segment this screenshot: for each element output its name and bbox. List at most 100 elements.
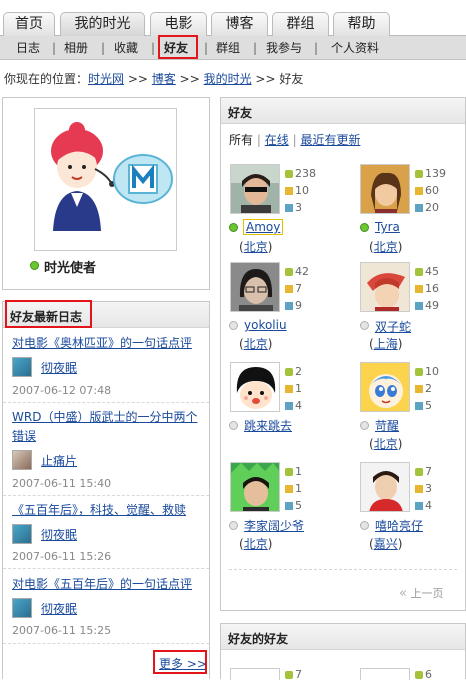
- subnav-favorites[interactable]: 收藏: [114, 40, 138, 56]
- top-tab-bar: 首页 我的时光 电影 博客 群组 帮助: [0, 10, 466, 36]
- subnav-album[interactable]: 相册: [64, 40, 88, 56]
- friend-avatar[interactable]: [230, 164, 280, 214]
- friend-avatar[interactable]: [360, 164, 410, 214]
- friend-name[interactable]: 嘻哈亮仔: [375, 517, 423, 534]
- friend-avatar[interactable]: [360, 362, 410, 412]
- friend-avatar[interactable]: [230, 362, 280, 412]
- friends-panel-title: 好友: [228, 106, 253, 120]
- subnav-profile[interactable]: 个人资料: [331, 40, 379, 56]
- breadcrumb: 你现在的位置：时光网 >> 博客 >> 我的时光 >> 好友: [4, 72, 303, 86]
- blog-entry-title[interactable]: 《五百年后》，科技、觉醒、救赎: [12, 501, 186, 520]
- blog-entry-title[interactable]: 对电影《五百年后》的一句话点评: [12, 575, 192, 594]
- fof-stat-fans: 7: [285, 669, 302, 681]
- fof-panel-title: 好友的好友: [228, 632, 289, 646]
- friend-avatar[interactable]: [360, 462, 410, 512]
- author-avatar[interactable]: [12, 357, 32, 377]
- tab-help[interactable]: 帮助: [333, 12, 390, 36]
- breadcrumb-mtime[interactable]: 时光网: [88, 72, 124, 86]
- friend-stat-fans: 7: [415, 466, 432, 478]
- friend-stat-fans: 238: [285, 168, 316, 180]
- subnav-separator: |: [52, 41, 57, 55]
- photo-icon: [285, 402, 293, 410]
- author-avatar[interactable]: [12, 524, 32, 544]
- blog-entry-date: 2007-06-11 15:25: [12, 624, 112, 637]
- author-avatar[interactable]: [12, 598, 32, 618]
- prev-page-label: 上一页: [410, 587, 444, 600]
- friend-city: (北京): [369, 240, 403, 254]
- blog-entry-date: 2007-06-11 15:40: [12, 477, 112, 490]
- profile-panel: 时光使者: [2, 97, 210, 290]
- blog-entry-author[interactable]: 彻夜眠: [41, 600, 77, 617]
- online-status-icon: [360, 223, 369, 232]
- blog-entry-date: 2007-06-11 15:26: [12, 550, 112, 563]
- friend-photo: [231, 263, 279, 311]
- friend-stat-fans: 2: [285, 366, 302, 378]
- offline-status-icon: [229, 321, 238, 330]
- friend-name[interactable]: 跳来跳去: [244, 417, 292, 434]
- subnav-participate[interactable]: 我参与: [266, 40, 302, 56]
- blog-entry-title[interactable]: 对电影《奥林匹亚》的一句话点评: [12, 334, 192, 353]
- tab-my-mtime[interactable]: 我的时光: [60, 12, 145, 36]
- sub-nav-bar: 日志 | 相册 | 收藏 | 好友 | 群组 | 我参与 | 个人资料: [0, 36, 466, 60]
- friend-stat-photos: 49: [415, 300, 439, 312]
- highlight-box: [153, 650, 207, 674]
- blog-entry-title[interactable]: WRD（中盛）版武士的一分中两个错误: [12, 408, 208, 446]
- tab-groups[interactable]: 群组: [272, 12, 329, 36]
- fans-icon: [285, 268, 293, 276]
- friend-name[interactable]: Tyra: [375, 220, 400, 234]
- profile-avatar[interactable]: [34, 108, 177, 251]
- fans-icon: [415, 268, 423, 276]
- fans-icon: [415, 671, 423, 679]
- subnav-journal[interactable]: 日志: [16, 40, 40, 56]
- photo-icon: [285, 204, 293, 212]
- friend-stat-blogs: 10: [285, 185, 309, 197]
- filter-separator: |: [256, 133, 261, 147]
- breadcrumb-my-mtime[interactable]: 我的时光: [204, 72, 252, 86]
- friend-stat-fans: 42: [285, 266, 309, 278]
- filter-online[interactable]: 在线: [265, 133, 289, 147]
- blog-entry-author[interactable]: 彻夜眠: [41, 359, 77, 376]
- blog-entry-date: 2007-06-12 07:48: [12, 384, 112, 397]
- tab-home[interactable]: 首页: [3, 12, 55, 36]
- friends-latest-blog-panel: 好友最新日志 对电影《奥林匹亚》的一句话点评 彻夜眠 2007-06-12 07…: [2, 301, 210, 679]
- friend-avatar[interactable]: [360, 262, 410, 312]
- friend-stat-blogs: 2: [415, 383, 432, 395]
- friend-photo: [361, 463, 409, 511]
- filter-all[interactable]: 所有: [229, 133, 253, 147]
- blog-entry-author[interactable]: 彻夜眠: [41, 526, 77, 543]
- blog-icon: [285, 485, 293, 493]
- prev-page-button[interactable]: « 上一页: [399, 585, 443, 601]
- friend-stat-blogs: 3: [415, 483, 432, 495]
- friend-avatar[interactable]: [230, 262, 280, 312]
- friend-city: (嘉兴): [369, 537, 403, 551]
- divider: [3, 402, 209, 403]
- friend-name[interactable]: 李家阔少爷: [244, 517, 304, 534]
- friend-stat-fans: 10: [415, 366, 439, 378]
- divider: [3, 495, 209, 496]
- filter-separator: |: [292, 133, 297, 147]
- blog-entry-author[interactable]: 止痛片: [41, 452, 77, 469]
- tab-movie[interactable]: 电影: [150, 12, 207, 36]
- filter-recently-updated[interactable]: 最近有更新: [300, 133, 360, 147]
- friend-photo: [231, 165, 279, 213]
- friend-photo: [361, 263, 409, 311]
- offline-status-icon: [360, 421, 369, 430]
- friend-name[interactable]: 苛醒: [375, 417, 399, 434]
- highlight-box: [5, 300, 92, 328]
- author-avatar[interactable]: [12, 450, 32, 470]
- subnav-groups[interactable]: 群组: [216, 40, 240, 56]
- tab-blog[interactable]: 博客: [211, 12, 268, 36]
- photo-icon: [285, 302, 293, 310]
- friend-name[interactable]: yokoliu: [244, 318, 287, 332]
- friend-avatar[interactable]: [230, 462, 280, 512]
- friend-photo: [231, 463, 279, 511]
- divider: [3, 568, 209, 569]
- photo-icon: [415, 204, 423, 212]
- friend-name[interactable]: Amoy: [243, 219, 284, 235]
- breadcrumb-blog[interactable]: 博客: [152, 72, 176, 86]
- friend-name[interactable]: 双子蛇: [375, 318, 411, 335]
- online-status-icon: [30, 261, 39, 270]
- mascot-avatar-image: [35, 109, 176, 250]
- fof-avatar[interactable]: [230, 668, 280, 680]
- fof-avatar[interactable]: [360, 668, 410, 680]
